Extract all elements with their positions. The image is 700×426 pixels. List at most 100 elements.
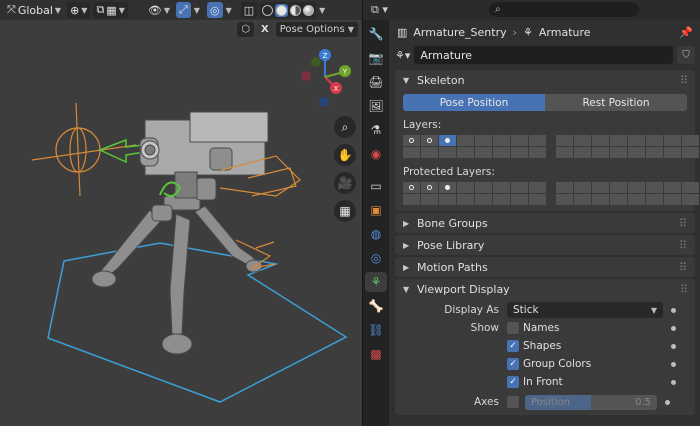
3d-viewport[interactable]: ⤧ Global ▼ ⊕ ▼ ⧉ ▦ ▼ 👁 ▼ ⤢ ▼ ◎ ▼ ◫ ▼ ⬡ X… <box>0 0 362 426</box>
protected-layer-button[interactable] <box>610 194 627 205</box>
layer-button[interactable] <box>574 135 591 146</box>
layer-button[interactable] <box>574 147 591 158</box>
display-as-dropdown[interactable]: Stick ▼ <box>507 302 663 318</box>
layer-button[interactable] <box>556 135 573 146</box>
pin-icon[interactable]: 📌 <box>679 26 693 39</box>
group-colors-checkbox[interactable]: ✓ <box>507 358 519 370</box>
axes-position-slider[interactable]: Position 0.5 <box>525 394 657 410</box>
layer-button[interactable] <box>475 135 492 146</box>
keyframe-dot-icon[interactable] <box>671 325 676 331</box>
protected-layer-button[interactable] <box>610 182 627 193</box>
protected-layer-button[interactable] <box>439 194 456 205</box>
layer-button[interactable] <box>664 135 681 146</box>
protected-layer-button[interactable] <box>646 194 663 205</box>
layer-button[interactable] <box>529 147 546 158</box>
protected-layer-button[interactable] <box>592 194 609 205</box>
layer-button[interactable] <box>421 135 438 146</box>
layer-button[interactable] <box>457 147 474 158</box>
protected-layer-button[interactable] <box>682 182 699 193</box>
protected-layer-button[interactable] <box>574 182 591 193</box>
zoom-icon[interactable]: ⌕ <box>334 116 356 138</box>
armature-name-field[interactable]: Armature <box>414 46 673 64</box>
layer-button[interactable] <box>511 147 528 158</box>
protected-layer-button[interactable] <box>556 194 573 205</box>
protected-layer-button[interactable] <box>511 182 528 193</box>
render-tab-icon[interactable]: 📷 <box>365 48 387 68</box>
gizmo-neg-y[interactable] <box>311 57 321 67</box>
protected-layer-button[interactable] <box>556 182 573 193</box>
bone-groups-panel[interactable]: ▶ Bone Groups ⠿ <box>395 213 695 233</box>
layer-button[interactable] <box>493 147 510 158</box>
protected-layer-button[interactable] <box>475 182 492 193</box>
navigation-gizmo[interactable]: Z X Y <box>288 40 362 114</box>
layer-button[interactable] <box>628 135 645 146</box>
motion-paths-panel[interactable]: ▶ Motion Paths ⠿ <box>395 257 695 277</box>
protected-layer-button[interactable] <box>475 194 492 205</box>
drag-handle-icon[interactable]: ⠿ <box>680 283 688 296</box>
shapes-checkbox[interactable]: ✓ <box>507 340 519 352</box>
keyframe-dot-icon[interactable] <box>671 379 676 385</box>
editor-type-icon[interactable]: ⧉ ▾ <box>371 3 388 17</box>
layer-button[interactable] <box>457 135 474 146</box>
protected-layer-button[interactable] <box>628 194 645 205</box>
protected-layer-button[interactable] <box>682 194 699 205</box>
collection-tab-icon[interactable]: ▭ <box>365 176 387 196</box>
layer-button[interactable] <box>682 147 699 158</box>
camera-icon[interactable]: 🎥 <box>334 172 356 194</box>
object-tab-icon[interactable]: ▣ <box>365 200 387 220</box>
texture-tab-icon[interactable]: ▩ <box>365 344 387 364</box>
drag-handle-icon[interactable]: ⠿ <box>679 261 687 274</box>
bone-constraint-tab-icon[interactable]: ⛓ <box>365 320 387 340</box>
output-tab-icon[interactable]: 🖨 <box>365 72 387 92</box>
fake-user-shield-icon[interactable]: ⛉ <box>677 46 695 64</box>
pan-hand-icon[interactable]: ✋ <box>334 144 356 166</box>
protected-layer-button[interactable] <box>646 182 663 193</box>
view-layer-tab-icon[interactable]: 🖼 <box>365 96 387 116</box>
drag-handle-icon[interactable]: ⠿ <box>679 217 687 230</box>
layer-button[interactable] <box>682 135 699 146</box>
layer-button[interactable] <box>493 135 510 146</box>
world-tab-icon[interactable]: ◉ <box>365 144 387 164</box>
protected-layer-button[interactable] <box>592 182 609 193</box>
protected-layer-button[interactable] <box>511 194 528 205</box>
protected-layer-button[interactable] <box>493 182 510 193</box>
protected-layer-button[interactable] <box>457 182 474 193</box>
modifier-tab-icon[interactable]: ◍ <box>365 224 387 244</box>
layer-button[interactable] <box>610 135 627 146</box>
layer-button[interactable] <box>403 147 420 158</box>
layer-button[interactable] <box>592 147 609 158</box>
layer-button[interactable] <box>421 147 438 158</box>
layer-button[interactable] <box>664 147 681 158</box>
protected-layer-button[interactable] <box>628 182 645 193</box>
protected-layer-button[interactable] <box>403 182 420 193</box>
scene-tab-icon[interactable]: ⚗ <box>365 120 387 140</box>
in-front-checkbox[interactable]: ✓ <box>507 376 519 388</box>
protected-layer-button[interactable] <box>664 182 681 193</box>
axes-checkbox[interactable] <box>507 396 519 408</box>
layer-button[interactable] <box>439 147 456 158</box>
layer-button[interactable] <box>403 135 420 146</box>
protected-layer-button[interactable] <box>439 182 456 193</box>
layer-button[interactable] <box>610 147 627 158</box>
keyframe-dot-icon[interactable] <box>665 399 670 405</box>
properties-search-input[interactable]: ⌕ <box>489 2 639 17</box>
protected-layer-button[interactable] <box>529 194 546 205</box>
protected-layer-button[interactable] <box>493 194 510 205</box>
gizmo-neg-x[interactable] <box>301 71 311 81</box>
armature-browse-icon[interactable]: ⚘▾ <box>395 49 410 62</box>
protected-layer-button[interactable] <box>529 182 546 193</box>
grid-perspective-icon[interactable]: ▦ <box>334 200 356 222</box>
layer-button[interactable] <box>475 147 492 158</box>
armature-data-tab-icon[interactable]: ⚘ <box>365 272 387 292</box>
protected-layer-button[interactable] <box>421 194 438 205</box>
protected-layer-button[interactable] <box>457 194 474 205</box>
viewport-display-header[interactable]: ▼ Viewport Display ⠿ <box>395 279 695 299</box>
protected-layer-button[interactable] <box>403 194 420 205</box>
pose-library-panel[interactable]: ▶ Pose Library ⠿ <box>395 235 695 255</box>
drag-handle-icon[interactable]: ⠿ <box>680 74 688 87</box>
gizmo-neg-z[interactable] <box>319 97 329 107</box>
rest-position-button[interactable]: Rest Position <box>545 94 687 111</box>
keyframe-dot-icon[interactable] <box>671 361 676 367</box>
controller-bone[interactable] <box>31 102 137 197</box>
names-checkbox[interactable] <box>507 322 519 334</box>
